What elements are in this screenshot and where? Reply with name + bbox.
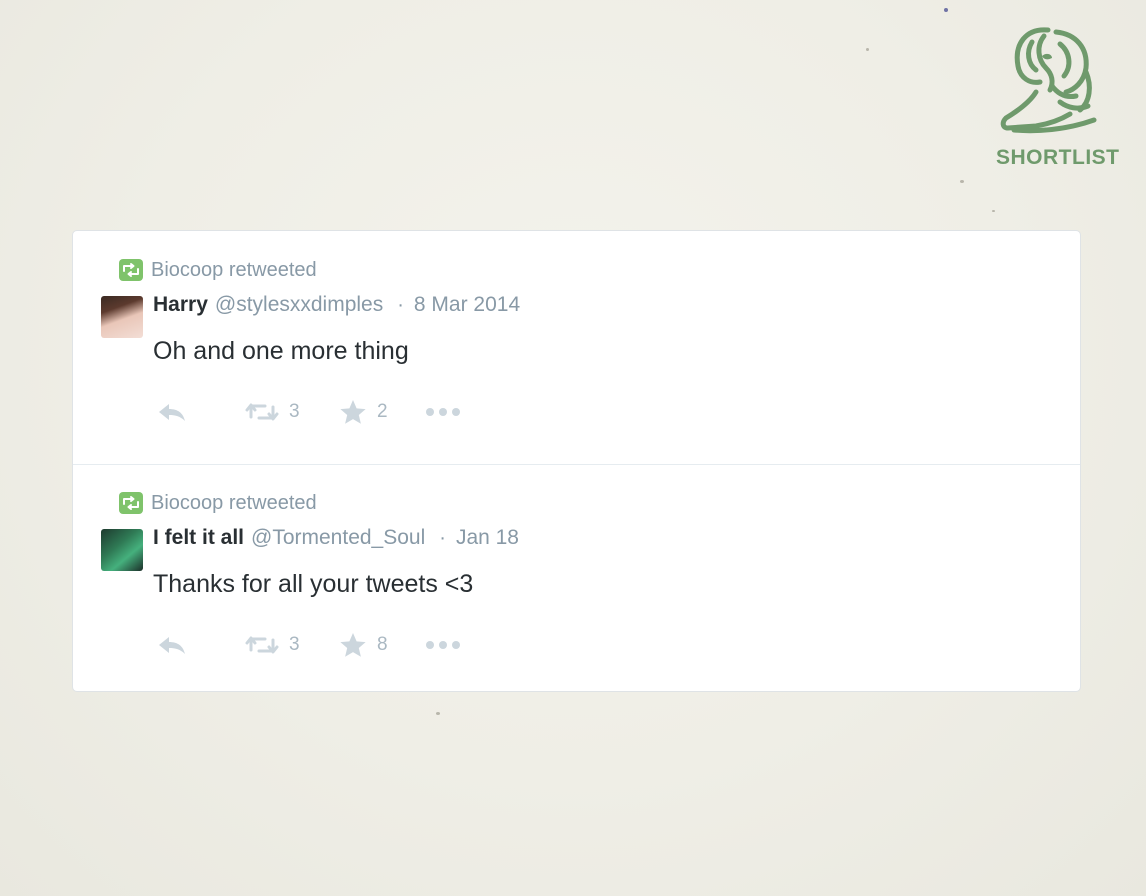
retweet-button[interactable]: 3 <box>245 630 300 660</box>
paper-speck <box>436 712 440 715</box>
retweet-icon <box>245 636 279 654</box>
star-icon <box>340 400 366 424</box>
author-handle[interactable]: @stylesxxdimples <box>215 293 383 317</box>
retweet-context: Biocoop retweeted <box>119 492 317 514</box>
reply-button[interactable] <box>157 630 187 660</box>
separator-dot: · <box>439 527 446 549</box>
avatar[interactable] <box>101 296 143 338</box>
tweet-text: Oh and one more thing <box>153 337 409 365</box>
more-button[interactable] <box>425 397 461 427</box>
favorite-button[interactable]: 2 <box>339 397 388 427</box>
retweeted-by-label: Biocoop retweeted <box>151 258 317 281</box>
favorite-count: 8 <box>377 634 388 655</box>
tweet-header: I felt it all @Tormented_Soul · Jan 18 <box>153 526 519 556</box>
retweet-button[interactable]: 3 <box>245 397 300 427</box>
shortlist-label: SHORTLIST <box>996 146 1120 169</box>
retweet-count: 3 <box>289 401 300 422</box>
author-name[interactable]: I felt it all <box>153 526 244 550</box>
tweet-timeline: Biocoop retweeted Harry @stylesxxdimples… <box>72 230 1081 692</box>
favorite-count: 2 <box>377 401 388 422</box>
lion-icon <box>1000 27 1097 134</box>
reply-icon <box>159 404 185 421</box>
separator-dot: · <box>397 294 404 316</box>
tweet-item[interactable]: Biocoop retweeted Harry @stylesxxdimples… <box>73 231 1080 463</box>
paper-speck <box>866 48 869 51</box>
favorite-button[interactable]: 8 <box>339 630 388 660</box>
more-icon <box>426 641 460 649</box>
tweet-date[interactable]: Jan 18 <box>456 526 519 550</box>
retweeted-by-label: Biocoop retweeted <box>151 491 317 514</box>
paper-speck <box>944 8 948 12</box>
retweet-count: 3 <box>289 634 300 655</box>
more-button[interactable] <box>425 630 461 660</box>
star-icon <box>340 633 366 657</box>
more-icon <box>426 408 460 416</box>
paper-speck <box>960 180 964 183</box>
author-name[interactable]: Harry <box>153 293 208 317</box>
tweet-text: Thanks for all your tweets <3 <box>153 570 474 598</box>
tweet-date[interactable]: 8 Mar 2014 <box>414 293 520 317</box>
reply-icon <box>159 637 185 654</box>
shortlist-badge: SHORTLIST <box>990 22 1124 178</box>
retweet-badge-icon <box>119 259 143 281</box>
retweet-context: Biocoop retweeted <box>119 259 317 281</box>
avatar[interactable] <box>101 529 143 571</box>
tweet-item[interactable]: Biocoop retweeted I felt it all @Torment… <box>73 464 1080 696</box>
tweet-header: Harry @stylesxxdimples · 8 Mar 2014 <box>153 293 520 323</box>
retweet-badge-icon <box>119 492 143 514</box>
author-handle[interactable]: @Tormented_Soul <box>251 526 425 550</box>
paper-speck <box>992 210 995 212</box>
reply-button[interactable] <box>157 397 187 427</box>
retweet-icon <box>245 403 279 421</box>
